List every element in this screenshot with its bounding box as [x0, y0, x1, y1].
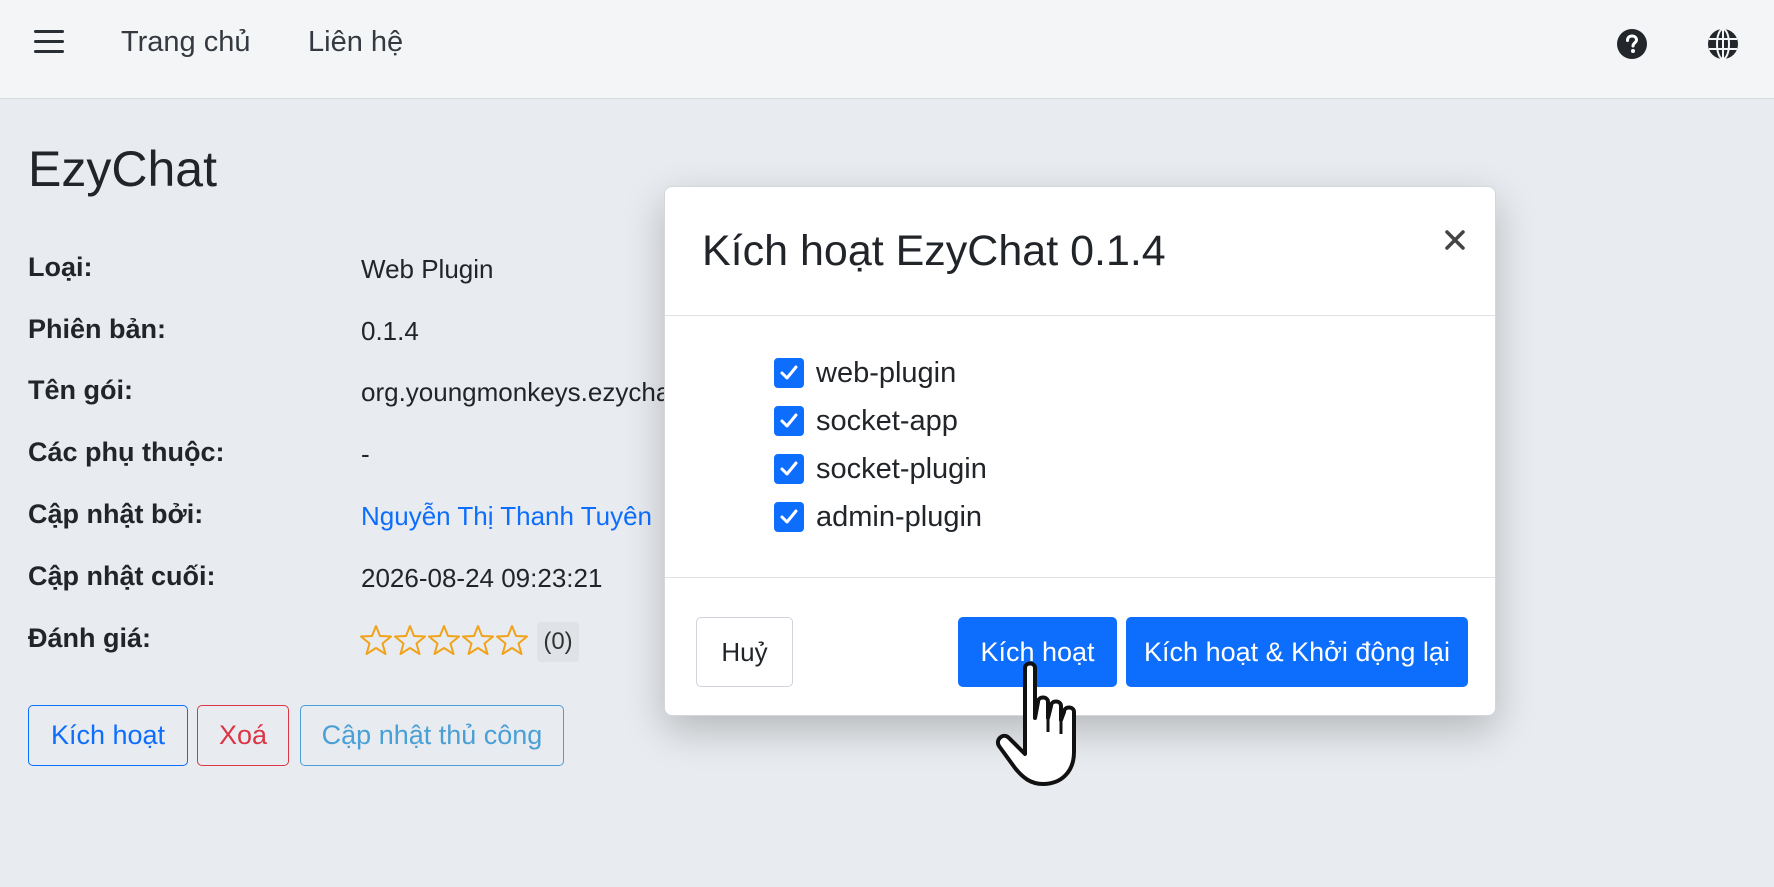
checkmark-icon	[780, 509, 798, 524]
option-web-plugin[interactable]: web-plugin	[774, 356, 956, 390]
star-icon[interactable]	[394, 624, 426, 656]
info-label-package: Tên gói:	[28, 375, 133, 405]
page-title: EzyChat	[28, 141, 217, 197]
info-value-dependencies: -	[361, 439, 370, 469]
help-icon[interactable]	[1616, 28, 1648, 60]
info-label-updated-by: Cập nhật bởi:	[28, 499, 204, 529]
rating-count-badge: (0)	[537, 622, 579, 662]
modal-header: Kích hoạt EzyChat 0.1.4	[665, 187, 1495, 316]
nav-link-home[interactable]: Trang chủ	[121, 26, 251, 59]
option-label: socket-plugin	[816, 452, 987, 485]
rating-stars[interactable]	[360, 624, 528, 656]
globe-icon[interactable]	[1707, 28, 1739, 60]
updated-by-link[interactable]: Nguyễn Thị Thanh Tuyên	[361, 501, 652, 532]
close-icon[interactable]	[1440, 225, 1470, 255]
info-value-last-updated: 2026-08-24 09:23:21	[361, 563, 603, 593]
checkbox[interactable]	[774, 502, 804, 532]
top-navbar: Trang chủ Liên hệ	[0, 0, 1774, 99]
checkmark-icon	[780, 413, 798, 428]
info-label-version: Phiên bản:	[28, 314, 167, 344]
option-label: admin-plugin	[816, 500, 983, 533]
manual-update-button[interactable]: Cập nhật thủ công	[300, 705, 564, 766]
checkmark-icon	[780, 461, 798, 476]
checkmark-icon	[780, 365, 798, 380]
option-socket-plugin[interactable]: socket-plugin	[774, 452, 987, 486]
info-value-version: 0.1.4	[361, 316, 419, 346]
info-label-type: Loại:	[28, 252, 93, 282]
info-value-package: org.youngmonkeys.ezychat	[361, 377, 678, 407]
checkbox[interactable]	[774, 358, 804, 388]
activate-modal: Kích hoạt EzyChat 0.1.4 web-plugin socke…	[664, 186, 1496, 716]
hamburger-menu-icon[interactable]	[34, 30, 64, 56]
info-label-rating: Đánh giá:	[28, 623, 152, 653]
star-icon[interactable]	[496, 624, 528, 656]
star-icon[interactable]	[428, 624, 460, 656]
hand-pointer-cursor-icon	[996, 661, 1076, 786]
option-label: socket-app	[816, 404, 958, 437]
info-label-last-updated: Cập nhật cuối:	[28, 561, 216, 591]
checkbox[interactable]	[774, 454, 804, 484]
star-icon[interactable]	[360, 624, 392, 656]
cancel-button[interactable]: Huỷ	[696, 617, 793, 687]
modal-title: Kích hoạt EzyChat 0.1.4	[702, 227, 1166, 275]
delete-button[interactable]: Xoá	[197, 705, 289, 766]
checkbox[interactable]	[774, 406, 804, 436]
nav-link-contact[interactable]: Liên hệ	[308, 26, 403, 59]
info-value-type: Web Plugin	[361, 254, 494, 284]
activate-button[interactable]: Kích hoạt	[28, 705, 188, 766]
option-admin-plugin[interactable]: admin-plugin	[774, 500, 982, 534]
activate-restart-button[interactable]: Kích hoạt & Khởi động lại	[1126, 617, 1468, 687]
info-label-dependencies: Các phụ thuộc:	[28, 437, 225, 467]
option-socket-app[interactable]: socket-app	[774, 404, 958, 438]
option-label: web-plugin	[816, 356, 957, 389]
star-icon[interactable]	[462, 624, 494, 656]
